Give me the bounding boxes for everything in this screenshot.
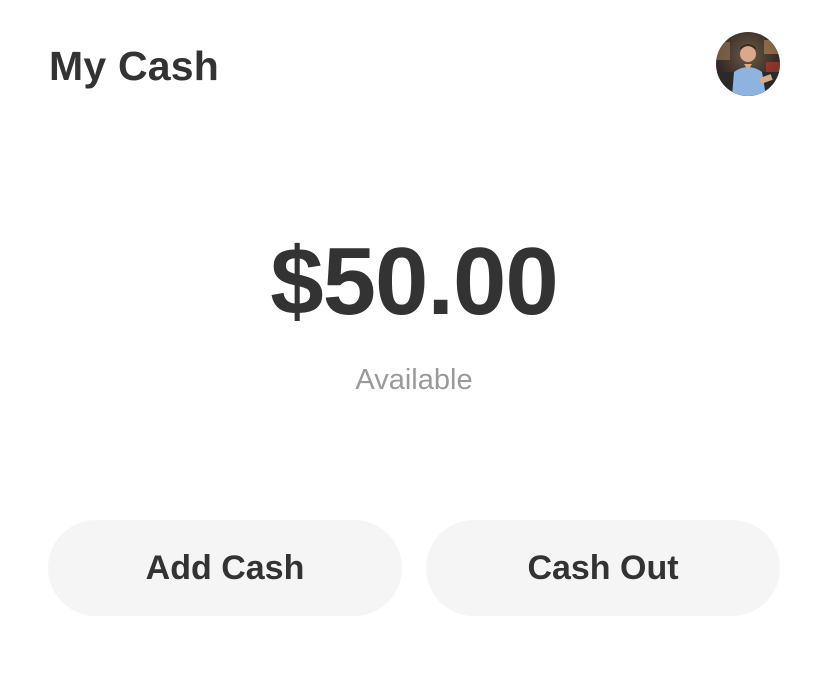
- avatar[interactable]: [716, 32, 780, 96]
- balance-amount: $50.00: [270, 228, 559, 335]
- avatar-photo-icon: [716, 32, 780, 96]
- add-cash-button[interactable]: Add Cash: [48, 520, 402, 616]
- balance-label: Available: [355, 364, 473, 396]
- cash-out-button[interactable]: Cash Out: [426, 520, 780, 616]
- my-cash-screen: My Cash $50.00 Available Add Cash Cash O…: [0, 0, 828, 691]
- page-title: My Cash: [49, 43, 220, 89]
